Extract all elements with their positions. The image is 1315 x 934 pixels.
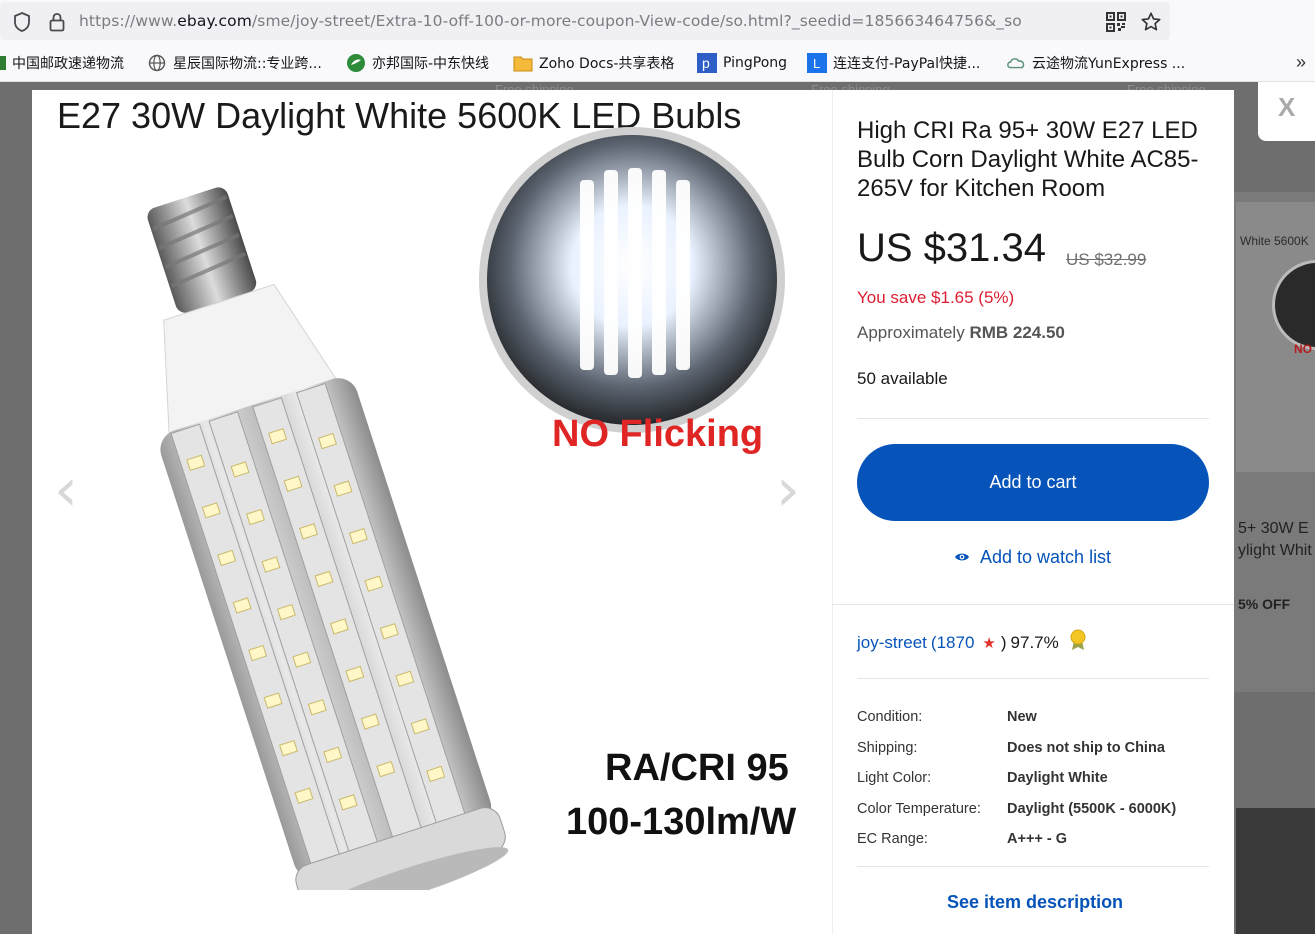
pingpong-logo-icon: p [697, 53, 717, 73]
see-item-description-link[interactable]: See item description [947, 892, 1123, 913]
ems-logo-icon [0, 53, 8, 73]
svg-text:L: L [813, 56, 820, 71]
quantity-available: 50 available [857, 369, 948, 388]
url-domain: ebay.com [177, 12, 252, 30]
browser-address-bar: https://www.ebay.com/sme/joy-street/Extr… [0, 0, 1315, 44]
bookmark-item[interactable]: 星辰国际物流::专业跨... [147, 52, 322, 74]
spec-key: Light Color: [857, 770, 932, 787]
spec-key: Shipping: [857, 739, 918, 756]
feedback-count-link[interactable]: 1870 [937, 633, 975, 653]
bookmark-item[interactable]: 云途物流YunExpress ... [1006, 52, 1185, 74]
item-title[interactable]: High CRI Ra 95+ 30W E27 LED Bulb Corn Da… [857, 116, 1207, 203]
divider [857, 678, 1209, 679]
bookmarks-overflow-chevron-icon[interactable]: » [1296, 52, 1306, 73]
quick-view-modal: E27 30W Daylight White 5600K LED Bubls N… [32, 90, 1234, 934]
feedback-close-paren: ) [1000, 632, 1007, 652]
next-image-chevron-icon[interactable]: › [776, 460, 800, 520]
bookmark-label: 星辰国际物流::专业跨... [173, 56, 322, 72]
background-product-title: 5+ 30W E ylight Whit [1238, 518, 1312, 562]
bookmark-item[interactable]: 中国邮政速递物流 [0, 52, 124, 74]
item-specifics: Condition: New Shipping: Does not ship to … [857, 702, 1209, 855]
top-rated-ribbon-icon [1069, 629, 1087, 656]
ra-cri-text: RA/CRI 95 [605, 747, 789, 789]
background-thumb-text: White 5600K [1240, 234, 1309, 248]
savings-text: You save $1.65 (5%) [857, 288, 1015, 307]
approx-value: RMB 224.50 [969, 323, 1065, 342]
spec-row: Condition: New [857, 702, 1209, 733]
lianlian-logo-icon: L [807, 53, 827, 73]
background-title-line: ylight Whit [1238, 542, 1312, 559]
bookmark-item[interactable]: p PingPong [697, 52, 787, 74]
lock-icon[interactable] [47, 11, 67, 38]
cloud-logo-icon [1006, 53, 1026, 73]
spec-value: Daylight (5500K - 6000K) [1007, 800, 1177, 817]
approx-label: Approximately [857, 323, 965, 342]
spec-row: EC Range: A+++ - G [857, 824, 1209, 855]
item-price: US $31.34 [857, 226, 1047, 270]
divider [832, 90, 833, 934]
background-discount-text: 5% OFF [1238, 596, 1291, 612]
divider [857, 418, 1209, 419]
folder-icon [513, 53, 533, 73]
watch-list-label: Add to watch list [980, 547, 1112, 567]
bookmark-label: Zoho Docs-共享表格 [539, 56, 675, 72]
product-photo-illustration: E27 30W Daylight White 5600K LED Bubls N… [57, 95, 796, 890]
no-flicking-text: NO Flicking [552, 413, 763, 455]
add-to-cart-button[interactable]: Add to cart [857, 444, 1209, 521]
close-icon: X [1278, 92, 1296, 122]
divider [832, 604, 1234, 605]
spec-key: EC Range: [857, 831, 928, 848]
leaf-logo-icon [346, 53, 366, 73]
bookmark-label: 中国邮政速递物流 [12, 56, 124, 72]
background-product-image: White 5600K NO [1236, 202, 1315, 472]
spec-row: Color Temperature: Daylight (5500K - 6000… [857, 794, 1209, 825]
spec-value: Does not ship to China [1007, 739, 1165, 756]
product-image[interactable]: E27 30W Daylight White 5600K LED Bubls N… [32, 90, 832, 890]
bookmark-label: 云途物流YunExpress ... [1032, 56, 1186, 72]
url-path: /sme/joy-street/Extra-10-off-100-or-more… [251, 12, 1022, 30]
spec-row: Shipping: Does not ship to China [857, 733, 1209, 764]
tracking-shield-icon[interactable] [12, 11, 32, 38]
bookmark-item[interactable]: 亦邦国际-中东快线 [346, 52, 489, 74]
bookmark-label: PingPong [723, 55, 788, 71]
bookmarks-toolbar: 中国邮政速递物流 星辰国际物流::专业跨... 亦邦国际-中东快线 Zoho D… [0, 44, 1315, 82]
bookmark-item[interactable]: L 连连支付-PayPal快捷... [807, 52, 980, 74]
bookmark-label: 连连支付-PayPal快捷... [833, 56, 981, 72]
positive-feedback-percent: 97.7% [1010, 632, 1059, 652]
lumens-text: 100-130lm/W [566, 801, 796, 843]
bookmark-item[interactable]: Zoho Docs-共享表格 [513, 52, 674, 74]
previous-image-chevron-icon[interactable]: ‹ [54, 460, 78, 520]
eye-icon [954, 547, 970, 568]
bookmark-label: 亦邦国际-中东快线 [372, 56, 490, 72]
close-modal-button[interactable]: X [1258, 82, 1315, 141]
add-to-watch-list-button[interactable]: Add to watch list [954, 547, 1111, 568]
background-thumb-red-text: NO [1294, 342, 1312, 356]
background-thumb-circle [1272, 260, 1315, 350]
background-title-line: 5+ 30W E [1238, 520, 1309, 537]
url-text[interactable]: https://www.ebay.com/sme/joy-street/Extr… [79, 12, 1099, 30]
divider [857, 866, 1209, 867]
url-prefix: https://www. [79, 12, 178, 30]
svg-text:p: p [702, 55, 710, 71]
globe-icon [147, 53, 167, 73]
qr-code-icon[interactable] [1106, 12, 1126, 37]
spec-row: Light Color: Daylight White [857, 763, 1209, 794]
bookmark-star-icon[interactable] [1140, 11, 1162, 38]
feedback-star-icon: ★ [982, 634, 996, 652]
original-price: US $32.99 [1066, 250, 1147, 269]
spec-value: Daylight White [1007, 770, 1108, 787]
spec-value: A+++ - G [1007, 831, 1068, 848]
approx-price: Approximately RMB 224.50 [857, 323, 1065, 343]
background-product-image [1236, 808, 1315, 934]
spec-value: New [1007, 709, 1037, 726]
seller-name-link[interactable]: joy-street [857, 633, 927, 653]
spec-key: Color Temperature: [857, 800, 981, 817]
url-box[interactable]: https://www.ebay.com/sme/joy-street/Extr… [0, 2, 1170, 40]
spec-key: Condition: [857, 709, 923, 726]
seller-info: joy-street ( 1870 ★ ) 97.7% [857, 629, 1087, 656]
